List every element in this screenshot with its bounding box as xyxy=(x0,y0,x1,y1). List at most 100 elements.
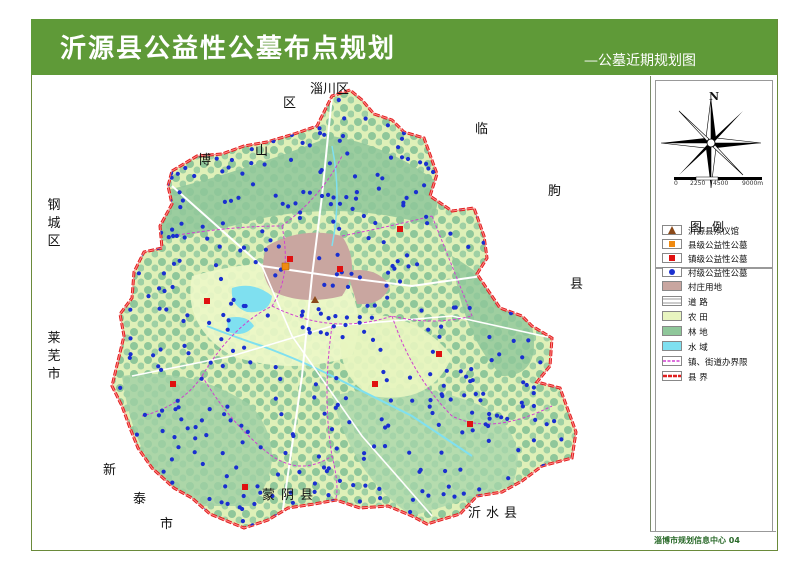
village-cemetery-marker xyxy=(178,205,183,210)
village-cemetery-marker xyxy=(229,301,234,306)
village-cemetery-marker xyxy=(123,227,128,232)
village-cemetery-marker xyxy=(337,201,343,206)
legend-item-town-boundary: 镇、街道办界限 xyxy=(662,356,772,368)
village-cemetery-marker xyxy=(146,294,151,299)
village-cemetery-marker xyxy=(200,461,205,467)
village-cemetery-marker xyxy=(370,337,376,342)
village-cemetery-marker xyxy=(481,391,486,396)
village-cemetery-marker xyxy=(470,410,475,415)
village-cemetery-marker xyxy=(300,325,305,330)
village-cemetery-marker xyxy=(239,423,244,428)
village-cemetery-marker xyxy=(556,315,561,320)
village-cemetery-marker xyxy=(425,221,430,226)
label-laiwu-2: 芜 xyxy=(47,349,61,364)
village-cemetery-marker xyxy=(159,185,164,190)
village-cemetery-marker xyxy=(473,391,478,397)
town-cemetery-marker xyxy=(436,351,442,357)
village-cemetery-marker xyxy=(115,303,120,308)
village-cemetery-marker xyxy=(480,211,485,216)
label-linqu-1: 临 xyxy=(475,122,489,137)
village-cemetery-marker xyxy=(177,258,182,263)
village-cemetery-marker xyxy=(529,139,534,144)
village-cemetery-marker xyxy=(265,313,270,318)
village-cemetery-marker xyxy=(410,398,415,403)
town-cemetery-marker xyxy=(287,256,293,262)
town-cemetery-marker xyxy=(170,381,176,387)
legend-item-village-cemetery: 村级公益性公墓 xyxy=(662,267,772,279)
village-cemetery-marker xyxy=(345,284,351,289)
map-title: 沂源县公益性公墓布点规划 xyxy=(60,34,397,64)
village-cemetery-marker xyxy=(380,176,385,181)
village-cemetery-marker xyxy=(444,368,449,373)
village-cemetery-marker xyxy=(516,448,521,453)
village-cemetery-marker xyxy=(330,283,335,288)
village-cemetery-marker xyxy=(468,379,473,384)
red-square-swatch-icon xyxy=(662,253,682,263)
village-cemetery-marker xyxy=(462,393,467,398)
village-cemetery-marker xyxy=(551,235,556,240)
village-cemetery-marker xyxy=(372,303,377,308)
label-laiwu-1: 莱 xyxy=(47,331,61,346)
village-cemetery-marker xyxy=(427,404,432,409)
village-cemetery-marker xyxy=(191,95,196,100)
village-cemetery-marker xyxy=(207,496,212,502)
village-cemetery-marker xyxy=(241,303,246,309)
village-cemetery-marker xyxy=(151,492,156,497)
village-cemetery-marker xyxy=(435,103,440,108)
orange-square-swatch-icon xyxy=(662,239,682,249)
village-cemetery-marker xyxy=(352,174,358,179)
village-cemetery-marker xyxy=(207,320,212,325)
village-cemetery-marker xyxy=(479,104,484,109)
village-cemetery-marker xyxy=(420,95,426,100)
village-cemetery-marker xyxy=(205,236,210,241)
village-cemetery-marker xyxy=(365,303,370,308)
village-cemetery-marker xyxy=(467,129,472,135)
village-cemetery-marker xyxy=(120,240,125,245)
village-cemetery-marker xyxy=(123,240,129,245)
village-cemetery-marker xyxy=(439,450,444,455)
village-cemetery-marker xyxy=(322,132,327,137)
village-cemetery-marker xyxy=(186,351,191,356)
village-cemetery-marker xyxy=(326,316,331,321)
village-cemetery-marker xyxy=(162,490,167,495)
village-cemetery-marker xyxy=(155,154,160,159)
village-cemetery-marker xyxy=(322,411,327,416)
village-cemetery-marker xyxy=(183,165,188,171)
village-cemetery-marker xyxy=(267,105,272,110)
village-cemetery-marker xyxy=(171,261,177,266)
village-cemetery-marker xyxy=(161,271,166,276)
map-area[interactable] xyxy=(32,76,648,548)
village-cemetery-marker xyxy=(322,282,327,287)
village-cemetery-marker xyxy=(159,367,164,372)
village-cemetery-marker xyxy=(410,497,416,502)
village-cemetery-marker xyxy=(185,313,190,318)
village-cemetery-marker xyxy=(147,163,152,168)
village-cemetery-marker xyxy=(521,380,526,385)
village-cemetery-marker xyxy=(199,418,204,423)
village-cemetery-marker xyxy=(432,143,437,149)
village-cemetery-marker xyxy=(342,116,347,121)
village-cemetery-marker xyxy=(494,413,500,418)
village-cemetery-marker xyxy=(486,423,491,429)
village-cemetery-marker xyxy=(160,408,165,413)
village-cemetery-marker xyxy=(250,182,256,187)
village-cemetery-marker xyxy=(520,355,525,360)
village-cemetery-marker xyxy=(241,245,247,250)
village-cemetery-marker xyxy=(329,519,334,524)
village-cemetery-marker xyxy=(141,204,146,209)
village-cemetery-marker xyxy=(439,392,444,397)
county-map[interactable] xyxy=(32,76,648,548)
village-cemetery-marker xyxy=(556,469,562,475)
village-cemetery-marker xyxy=(313,382,318,387)
village-cemetery-marker xyxy=(357,315,362,320)
legend-item-water: 水 域 xyxy=(662,341,772,353)
village-cemetery-marker xyxy=(482,151,488,156)
village-cemetery-marker xyxy=(224,474,229,479)
village-cemetery-marker xyxy=(340,335,345,340)
village-cemetery-marker xyxy=(388,398,393,403)
village-cemetery-marker xyxy=(192,110,197,115)
label-xintai-1: 新 xyxy=(103,463,117,478)
village-cemetery-marker xyxy=(533,417,538,422)
village-cemetery-marker xyxy=(331,219,336,224)
legend-label: 农 田 xyxy=(688,313,708,323)
